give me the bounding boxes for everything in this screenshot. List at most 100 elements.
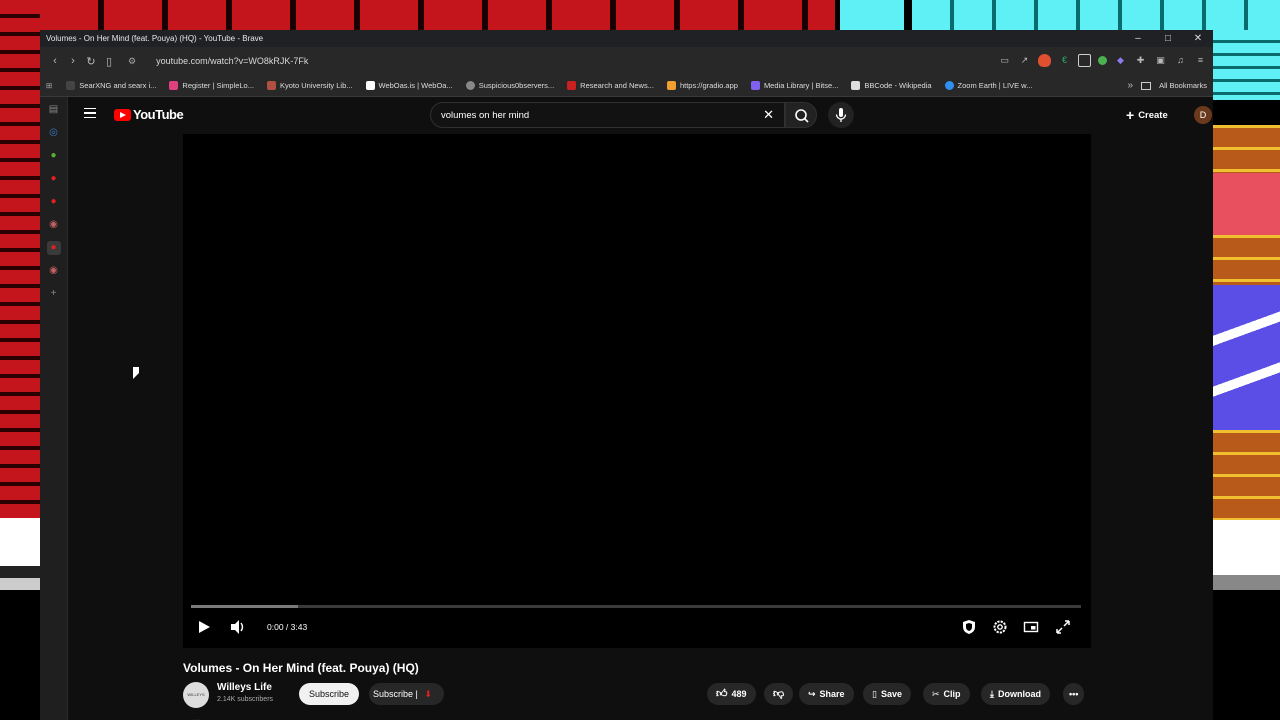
like-count: 489 bbox=[731, 689, 747, 699]
create-button[interactable]: + Create bbox=[1118, 103, 1176, 127]
sidebar-item-youtube-icon[interactable]: ● bbox=[47, 195, 61, 209]
download-icon: ⤓ bbox=[990, 689, 994, 699]
menu-icon[interactable]: ≡ bbox=[1194, 54, 1207, 67]
save-button[interactable]: ▯ Save bbox=[863, 683, 911, 705]
cast-icon[interactable]: ▭ bbox=[998, 54, 1011, 67]
save-bookmark-icon: ▯ bbox=[872, 689, 877, 699]
desktop-background bbox=[1213, 30, 1280, 100]
youtube-logo[interactable]: YouTube bbox=[114, 107, 184, 122]
sidebar-item-icon[interactable]: ◎ bbox=[47, 126, 61, 140]
bookmark-item[interactable]: BBCode - Wikipedia bbox=[851, 81, 932, 90]
desktop-background bbox=[1213, 235, 1280, 285]
theater-mode-icon[interactable] bbox=[1023, 619, 1039, 635]
channel-avatar[interactable]: WILLEYS LIFE bbox=[183, 682, 209, 720]
bookmark-item[interactable]: Research and News... bbox=[567, 81, 654, 90]
more-bookmarks-button[interactable]: » bbox=[1128, 80, 1134, 91]
sidebar-item-icon[interactable]: ● bbox=[47, 149, 61, 163]
search-input[interactable]: volumes on her mind bbox=[441, 110, 529, 121]
extension-icon[interactable] bbox=[1078, 54, 1091, 67]
desktop-background bbox=[0, 518, 40, 720]
brave-shields-icon[interactable] bbox=[1038, 54, 1051, 67]
subscribe-extension-button[interactable]: Subscribe | ⬇ bbox=[369, 683, 444, 705]
extension-icon[interactable]: € bbox=[1058, 54, 1071, 67]
all-bookmarks-button[interactable]: All Bookmarks bbox=[1159, 81, 1207, 90]
bookmarks-bar: ⊞ SearXNG and searx i... Register | Simp… bbox=[40, 75, 1213, 97]
microphone-icon bbox=[835, 108, 847, 122]
desktop-background bbox=[1213, 430, 1280, 520]
browser-content: ▤ ◎ ● ● ● ◉ ● ◉ + YouTube volumes on her… bbox=[40, 97, 1213, 720]
subscriber-count: 2.14K subscribers bbox=[217, 696, 274, 703]
close-window-button[interactable]: ✕ bbox=[1183, 30, 1213, 47]
extensions-puzzle-icon[interactable]: ✚ bbox=[1134, 54, 1147, 67]
reload-icon[interactable]: ↻ bbox=[82, 55, 100, 68]
share-page-icon[interactable]: ↗ bbox=[1018, 54, 1031, 67]
play-icon[interactable] bbox=[197, 620, 211, 634]
desktop-background bbox=[912, 0, 1280, 30]
bookmark-item[interactable]: WebOas.is | WebOa... bbox=[365, 81, 453, 90]
bookmark-item[interactable]: Register | SimpleLo... bbox=[169, 81, 254, 90]
hamburger-menu-icon[interactable] bbox=[84, 108, 96, 118]
video-player[interactable]: 0:00 / 3:43 bbox=[183, 134, 1091, 648]
extension-icon[interactable]: ◆ bbox=[1114, 54, 1127, 67]
fullscreen-icon[interactable] bbox=[1055, 619, 1071, 635]
bookmark-label: Suspicious0bservers... bbox=[478, 81, 555, 90]
channel-name[interactable]: Willeys Life bbox=[217, 682, 272, 693]
save-label: Save bbox=[880, 689, 902, 699]
clip-button[interactable]: ✂ Clip bbox=[923, 683, 970, 705]
settings-gear-icon[interactable] bbox=[992, 619, 1008, 635]
url-field[interactable]: youtube.com/watch?v=WO8kRJK-7Fk bbox=[156, 56, 308, 66]
subscribe-button[interactable]: Subscribe bbox=[299, 683, 360, 705]
forward-icon[interactable]: › bbox=[64, 55, 82, 67]
bookmark-item[interactable]: Zoom Earth | LIVE w... bbox=[944, 81, 1032, 90]
sidebar-add-icon[interactable]: + bbox=[47, 287, 61, 301]
desktop: Volumes - On Her Mind (feat. Pouya) (HQ)… bbox=[0, 0, 1280, 720]
minimize-button[interactable]: – bbox=[1123, 30, 1153, 47]
bookmark-icon[interactable]: ▯ bbox=[100, 55, 118, 68]
clip-label: Clip bbox=[943, 689, 961, 699]
bookmark-item[interactable]: SearXNG and searx i... bbox=[66, 81, 156, 90]
account-avatar[interactable]: D bbox=[1194, 106, 1212, 124]
bookmark-favicon-icon bbox=[169, 81, 179, 90]
site-info-icon[interactable]: ⚙ bbox=[128, 56, 136, 67]
volume-icon[interactable] bbox=[229, 619, 245, 635]
bookmark-item[interactable]: https://gradio.app bbox=[666, 81, 738, 90]
desktop-background bbox=[40, 0, 835, 30]
sidebar-item-youtube-icon[interactable]: ● bbox=[46, 241, 61, 255]
more-actions-button[interactable]: ••• bbox=[1063, 683, 1085, 705]
search-box[interactable]: volumes on her mind ✕ bbox=[430, 102, 785, 128]
share-icon: ↪ bbox=[808, 689, 816, 699]
address-bar: ‹ › ↻ ▯ ⚙ youtube.com/watch?v=WO8kRJK-7F… bbox=[40, 47, 1213, 75]
voice-search-button[interactable] bbox=[828, 102, 854, 128]
bookmark-label: Register | SimpleLo... bbox=[182, 81, 254, 90]
mouse-cursor-icon bbox=[133, 367, 139, 379]
progress-bar[interactable] bbox=[191, 605, 1081, 608]
shield-icon[interactable] bbox=[961, 619, 977, 635]
sidebar-item-icon[interactable]: ◉ bbox=[47, 218, 61, 232]
share-button[interactable]: ↪ Share bbox=[799, 683, 854, 705]
media-icon[interactable]: ♫ bbox=[1174, 54, 1187, 67]
bookmark-favicon-icon bbox=[750, 81, 760, 90]
clear-search-icon[interactable]: ✕ bbox=[763, 107, 774, 123]
maximize-button[interactable]: □ bbox=[1153, 30, 1183, 47]
dislike-button[interactable]: 👎︎ bbox=[764, 683, 794, 705]
apps-grid-icon[interactable]: ⊞ bbox=[46, 81, 52, 90]
back-icon[interactable]: ‹ bbox=[46, 55, 64, 67]
download-button[interactable]: ⤓ Download bbox=[981, 683, 1050, 705]
sidebar-item-youtube-icon[interactable]: ● bbox=[47, 172, 61, 186]
bookmark-label: SearXNG and searx i... bbox=[79, 81, 157, 90]
search-button[interactable] bbox=[785, 102, 817, 128]
thumbs-down-icon: 👎︎ bbox=[773, 688, 785, 700]
wallet-icon[interactable]: ▣ bbox=[1154, 54, 1167, 67]
like-button[interactable]: 👍︎ 489 bbox=[707, 683, 756, 705]
bookmark-label: Kyoto University Lib... bbox=[279, 81, 353, 90]
bookmark-favicon-icon bbox=[365, 81, 375, 90]
bookmark-label: Media Library | Bitse... bbox=[763, 81, 839, 90]
bookmark-item[interactable]: Media Library | Bitse... bbox=[750, 81, 839, 90]
sidebar-item-icon[interactable]: ◉ bbox=[47, 264, 61, 278]
bookmark-item[interactable]: Suspicious0bservers... bbox=[465, 81, 555, 90]
desktop-background bbox=[1213, 173, 1280, 235]
bookmark-item[interactable]: Kyoto University Lib... bbox=[266, 81, 353, 90]
bookmarks-bar-right: » All Bookmarks bbox=[1128, 80, 1208, 91]
extension-icon[interactable] bbox=[1098, 56, 1107, 65]
sidebar-panel-icon[interactable]: ▤ bbox=[47, 103, 61, 117]
